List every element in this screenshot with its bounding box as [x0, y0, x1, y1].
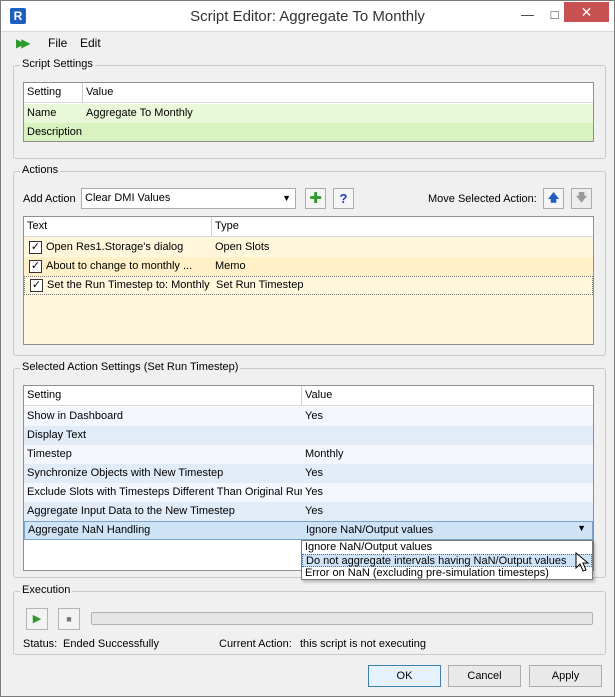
mouse-cursor-icon [575, 552, 590, 572]
add-action-button[interactable]: ✚ [305, 188, 326, 209]
group-label: Execution [20, 584, 73, 596]
current-action-label: Current Action: [219, 638, 292, 650]
move-up-button[interactable]: 🡅 [543, 188, 564, 209]
setting-value: Monthly [305, 448, 344, 460]
setting-value: Yes [305, 505, 323, 517]
nan-handling-combo[interactable]: Ignore NaN/Output values [303, 522, 573, 539]
row-checkbox[interactable]: ✓ [29, 260, 42, 273]
menu-edit[interactable]: Edit [80, 36, 101, 50]
setting-name: Aggregate NaN Handling [28, 524, 151, 536]
group-label: Script Settings [20, 58, 95, 70]
table-header: Setting Value [24, 83, 593, 103]
add-action-value: Clear DMI Values [85, 192, 171, 204]
table-header: Text Type [24, 217, 593, 237]
header-setting: Setting [27, 86, 62, 98]
action-type: Set Run Timestep [216, 279, 304, 291]
table-row[interactable]: Exclude Slots with Timesteps Different T… [24, 483, 593, 502]
close-icon[interactable]: ✕ [564, 2, 609, 22]
script-editor-window: R Script Editor: Aggregate To Monthly — … [0, 0, 615, 697]
status-value: Ended Successfully [63, 638, 159, 650]
add-action-label: Add Action [23, 193, 76, 205]
action-text: Open Res1.Storage's dialog [46, 241, 184, 253]
progress-bar [91, 612, 593, 625]
setting-value: Yes [305, 486, 323, 498]
setting-name: Name [27, 107, 57, 119]
help-button[interactable]: ? [333, 188, 354, 209]
action-type: Memo [215, 260, 246, 272]
setting-value [174, 123, 574, 141]
setting-name: Aggregate Input Data to the New Timestep [27, 505, 235, 517]
action-type: Open Slots [215, 241, 270, 253]
menu-bar: ▶▶ File Edit [11, 33, 606, 53]
minimize-icon[interactable]: — [514, 5, 541, 25]
run-icon[interactable]: ▶▶ [16, 36, 34, 50]
cancel-button[interactable]: Cancel [448, 665, 521, 687]
status-label: Status: [23, 638, 58, 650]
table-row[interactable]: ✓ Open Res1.Storage's dialog Open Slots [24, 238, 593, 257]
table-row[interactable]: ✓ About to change to monthly ... Memo [24, 257, 593, 276]
header-text: Text [27, 220, 48, 232]
current-action-value: this script is not executing [300, 638, 426, 650]
move-action-label: Move Selected Action: [428, 193, 537, 205]
row-checkbox[interactable]: ✓ [30, 279, 43, 292]
action-text: About to change to monthly ... [46, 260, 193, 272]
dropdown-option[interactable]: Error on NaN (excluding pre-simulation t… [302, 567, 592, 580]
group-label: Selected Action Settings (Set Run Timest… [20, 361, 241, 373]
menu-file[interactable]: File [48, 36, 67, 50]
setting-name: Synchronize Objects with New Timestep [27, 467, 224, 479]
setting-name: Show in Dashboard [27, 410, 124, 422]
header-value: Value [305, 389, 333, 401]
chevron-down-icon[interactable]: ▼ [577, 523, 586, 533]
setting-value: Aggregate To Monthly [86, 107, 193, 119]
setting-value: Yes [305, 410, 323, 422]
table-row[interactable]: Display Text [24, 426, 593, 445]
play-button[interactable]: ▶ [26, 608, 48, 630]
setting-value: Yes [305, 467, 323, 479]
stop-button[interactable]: ■ [58, 608, 80, 630]
setting-name: Exclude Slots with Timesteps Different T… [27, 486, 302, 498]
actions-table: Text Type ✓ Open Res1.Storage's dialog O… [23, 216, 594, 345]
setting-value [302, 426, 592, 445]
table-row-selected[interactable]: Aggregate NaN Handling Ignore NaN/Output… [24, 521, 593, 540]
table-row[interactable]: Timestep Monthly [24, 445, 593, 464]
title-bar: R Script Editor: Aggregate To Monthly — … [1, 1, 614, 32]
nan-handling-dropdown: Ignore NaN/Output values Do not aggregat… [301, 540, 593, 580]
header-value: Value [86, 86, 114, 98]
table-header: Setting Value [24, 386, 593, 406]
ok-button[interactable]: OK [368, 665, 441, 687]
play-icon: ▶ [32, 613, 42, 625]
action-text: Set the Run Timestep to: Monthly [47, 279, 210, 291]
dropdown-option-hovered[interactable]: Do not aggregate intervals having NaN/Ou… [302, 554, 592, 567]
arrow-down-icon: 🡇 [575, 192, 588, 204]
table-row-selected[interactable]: ✓ Set the Run Timestep to: Monthly Set R… [24, 276, 593, 295]
arrow-up-icon: 🡅 [547, 192, 560, 204]
stop-icon: ■ [66, 614, 72, 624]
row-checkbox[interactable]: ✓ [29, 241, 42, 254]
group-label: Actions [20, 164, 61, 176]
header-setting: Setting [27, 389, 62, 401]
setting-name: Display Text [27, 429, 87, 441]
table-row[interactable]: Description [24, 123, 593, 141]
add-action-combo[interactable]: Clear DMI Values ▼ [81, 188, 296, 209]
table-row[interactable]: Synchronize Objects with New Timestep Ye… [24, 464, 593, 483]
question-icon: ? [339, 191, 348, 206]
apply-button[interactable]: Apply [529, 665, 602, 687]
table-row[interactable]: Show in Dashboard Yes [24, 407, 593, 426]
move-down-button[interactable]: 🡇 [571, 188, 592, 209]
chevron-down-icon: ▼ [282, 193, 291, 203]
setting-name: Description [27, 126, 83, 138]
dropdown-option[interactable]: Ignore NaN/Output values [302, 541, 592, 554]
script-settings-table: Setting Value Name Aggregate To Monthly … [23, 82, 594, 142]
setting-name: Timestep [27, 448, 72, 460]
plus-icon: ✚ [309, 190, 322, 207]
header-type: Type [215, 220, 239, 232]
table-row[interactable]: Aggregate Input Data to the New Timestep… [24, 502, 593, 521]
table-row[interactable]: Name Aggregate To Monthly [24, 104, 593, 123]
